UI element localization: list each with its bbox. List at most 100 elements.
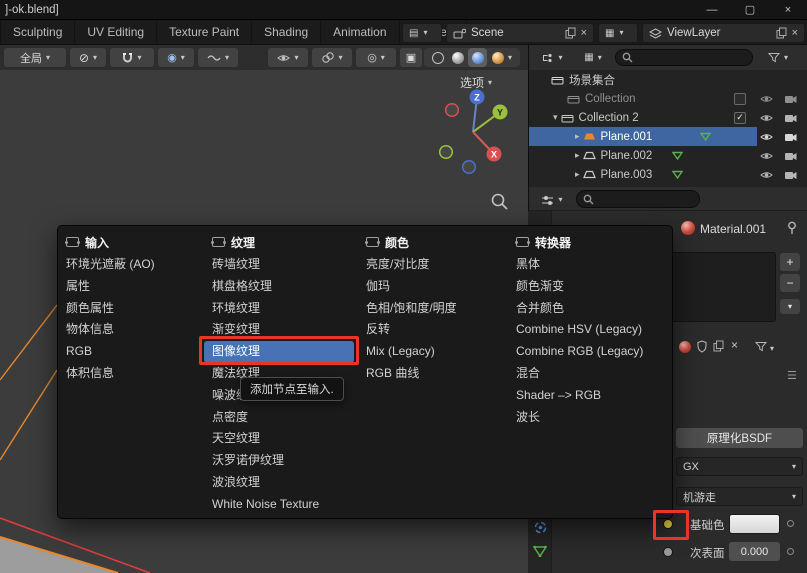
menu-item[interactable]: 色相/饱和度/明度: [358, 298, 508, 320]
subsurface-method-dropdown[interactable]: 机游走 ▾: [676, 487, 803, 506]
menu-item[interactable]: 伽玛: [358, 276, 508, 298]
unlink-icon[interactable]: ×: [792, 27, 798, 39]
panel-menu-icon[interactable]: ☰: [787, 369, 797, 382]
exclude-checkbox[interactable]: ✓: [734, 112, 746, 124]
outliner-search-input[interactable]: [615, 49, 753, 66]
copy-icon[interactable]: [713, 340, 724, 355]
outliner-editor-type-dropdown[interactable]: ▾: [533, 48, 571, 67]
shading-rendered-button[interactable]: [488, 48, 507, 67]
tab-texture-paint[interactable]: Texture Paint: [157, 20, 252, 44]
menu-item[interactable]: 棋盘格纹理: [204, 276, 358, 298]
menu-item[interactable]: 天空纹理: [204, 428, 358, 450]
decorator-dot[interactable]: [787, 548, 794, 555]
base-color-swatch[interactable]: [729, 514, 780, 534]
xray-toggle[interactable]: ▣: [400, 48, 422, 67]
disclosure-down-icon[interactable]: ▾: [553, 112, 558, 123]
outliner-row-plane-001[interactable]: ▸ Plane.001: [529, 127, 807, 146]
shading-solid-button[interactable]: [448, 48, 467, 67]
menu-item[interactable]: RGB: [58, 341, 204, 363]
menu-item[interactable]: 物体信息: [58, 319, 204, 341]
eye-icon[interactable]: [760, 94, 773, 104]
menu-item-image-texture[interactable]: 图像纹理: [204, 341, 354, 363]
tab-sculpting[interactable]: Sculpting: [0, 20, 75, 44]
menu-item[interactable]: Mix (Legacy): [358, 341, 508, 363]
axis-neg-x-handle[interactable]: [446, 104, 459, 117]
menu-item[interactable]: 亮度/对比度: [358, 254, 508, 276]
viewlayer-selector[interactable]: ViewLayer ×: [642, 23, 805, 43]
eye-icon[interactable]: [760, 113, 773, 123]
axis-neg-z-handle[interactable]: [463, 161, 476, 174]
menu-item[interactable]: White Noise Texture: [204, 494, 358, 516]
camera-icon[interactable]: [784, 94, 797, 104]
base-color-socket-icon[interactable]: [663, 519, 673, 529]
shading-wireframe-button[interactable]: [428, 48, 447, 67]
menu-item[interactable]: 环境光遮蔽 (AO): [58, 254, 204, 276]
menu-item[interactable]: 波长: [508, 407, 670, 429]
menu-item[interactable]: 环境纹理: [204, 298, 358, 320]
remove-slot-button[interactable]: −: [780, 274, 800, 292]
tab-animation[interactable]: Animation: [321, 20, 399, 44]
properties-search-input[interactable]: [576, 190, 700, 208]
disclosure-right-icon[interactable]: ▸: [575, 150, 580, 161]
menu-item[interactable]: Combine RGB (Legacy): [508, 341, 670, 363]
transform-orientation-dropdown[interactable]: 全局 ▾: [4, 48, 66, 67]
zoom-icon[interactable]: [490, 192, 510, 212]
camera-icon[interactable]: [784, 151, 797, 161]
menu-item[interactable]: 反转: [358, 319, 508, 341]
properties-editor-type-dropdown[interactable]: ▾: [533, 190, 571, 209]
slot-specials-dropdown[interactable]: ▾: [780, 299, 800, 314]
menu-item[interactable]: 混合: [508, 363, 670, 385]
menu-item[interactable]: 点密度: [204, 407, 358, 429]
menu-item[interactable]: 颜色渐变: [508, 276, 670, 298]
menu-item[interactable]: 黑体: [508, 254, 670, 276]
outliner-filter-dropdown[interactable]: ▾: [757, 48, 799, 67]
chevron-down-icon[interactable]: ▾: [770, 345, 774, 353]
object-visibility-dropdown[interactable]: ▾: [268, 48, 308, 67]
tab-shading[interactable]: Shading: [252, 20, 321, 44]
fake-user-shield-icon[interactable]: [697, 340, 707, 356]
subsurface-value-field[interactable]: 0.000: [729, 542, 780, 561]
gizmos-dropdown[interactable]: ▾: [312, 48, 352, 67]
scene-browse-dropdown[interactable]: ▤ ▾: [402, 23, 442, 43]
outliner-row-scene-collection[interactable]: 场景集合: [529, 70, 807, 89]
outliner-display-mode-dropdown[interactable]: ▦ ▾: [575, 48, 611, 67]
disclosure-right-icon[interactable]: ▸: [575, 131, 580, 142]
surface-shader-button[interactable]: 原理化BSDF: [676, 428, 803, 448]
overlays-dropdown[interactable]: ◎ ▾: [356, 48, 396, 67]
close-button[interactable]: ×: [769, 0, 807, 19]
decorator-dot[interactable]: [787, 520, 794, 527]
navigation-gizmo[interactable]: Z Y X: [425, 82, 525, 192]
tab-object-data-icon[interactable]: [533, 545, 547, 560]
menu-item[interactable]: 合并颜色: [508, 298, 670, 320]
unlink-icon[interactable]: ×: [731, 338, 738, 352]
maximize-button[interactable]: ▢: [731, 0, 769, 19]
outliner-row-plane-003[interactable]: ▸ Plane.003: [529, 165, 807, 184]
menu-item[interactable]: 体积信息: [58, 363, 204, 385]
scene-selector[interactable]: Scene ×: [446, 23, 594, 43]
menu-item[interactable]: Combine HSV (Legacy): [508, 319, 670, 341]
eye-icon[interactable]: [760, 132, 773, 142]
pin-icon[interactable]: [786, 221, 798, 238]
add-slot-button[interactable]: +: [780, 253, 800, 271]
proportional-editing-dropdown[interactable]: ◉ ▾: [158, 48, 194, 67]
camera-icon[interactable]: [784, 132, 797, 142]
disclosure-right-icon[interactable]: ▸: [575, 169, 580, 180]
menu-item[interactable]: 砖墙纹理: [204, 254, 358, 276]
outliner-row-plane-002[interactable]: ▸ Plane.002: [529, 146, 807, 165]
menu-item[interactable]: 波浪纹理: [204, 472, 358, 494]
copy-icon[interactable]: [565, 27, 576, 39]
tab-uv-editing[interactable]: UV Editing: [75, 20, 157, 44]
menu-item[interactable]: 沃罗诺伊纹理: [204, 450, 358, 472]
eye-icon[interactable]: [760, 170, 773, 180]
tab-physics-icon[interactable]: [533, 520, 548, 538]
unlink-icon[interactable]: ×: [581, 27, 587, 39]
distribution-dropdown[interactable]: GX ▾: [676, 457, 803, 476]
filter-funnel-icon[interactable]: [755, 341, 767, 355]
menu-item[interactable]: 颜色属性: [58, 298, 204, 320]
menu-item[interactable]: 属性: [58, 276, 204, 298]
menu-item[interactable]: Shader –> RGB: [508, 385, 670, 407]
outliner-row-collection[interactable]: Collection: [529, 89, 807, 108]
menu-item[interactable]: RGB 曲线: [358, 363, 508, 385]
subsurface-socket-icon[interactable]: [663, 547, 673, 557]
menu-item[interactable]: 渐变纹理: [204, 319, 358, 341]
